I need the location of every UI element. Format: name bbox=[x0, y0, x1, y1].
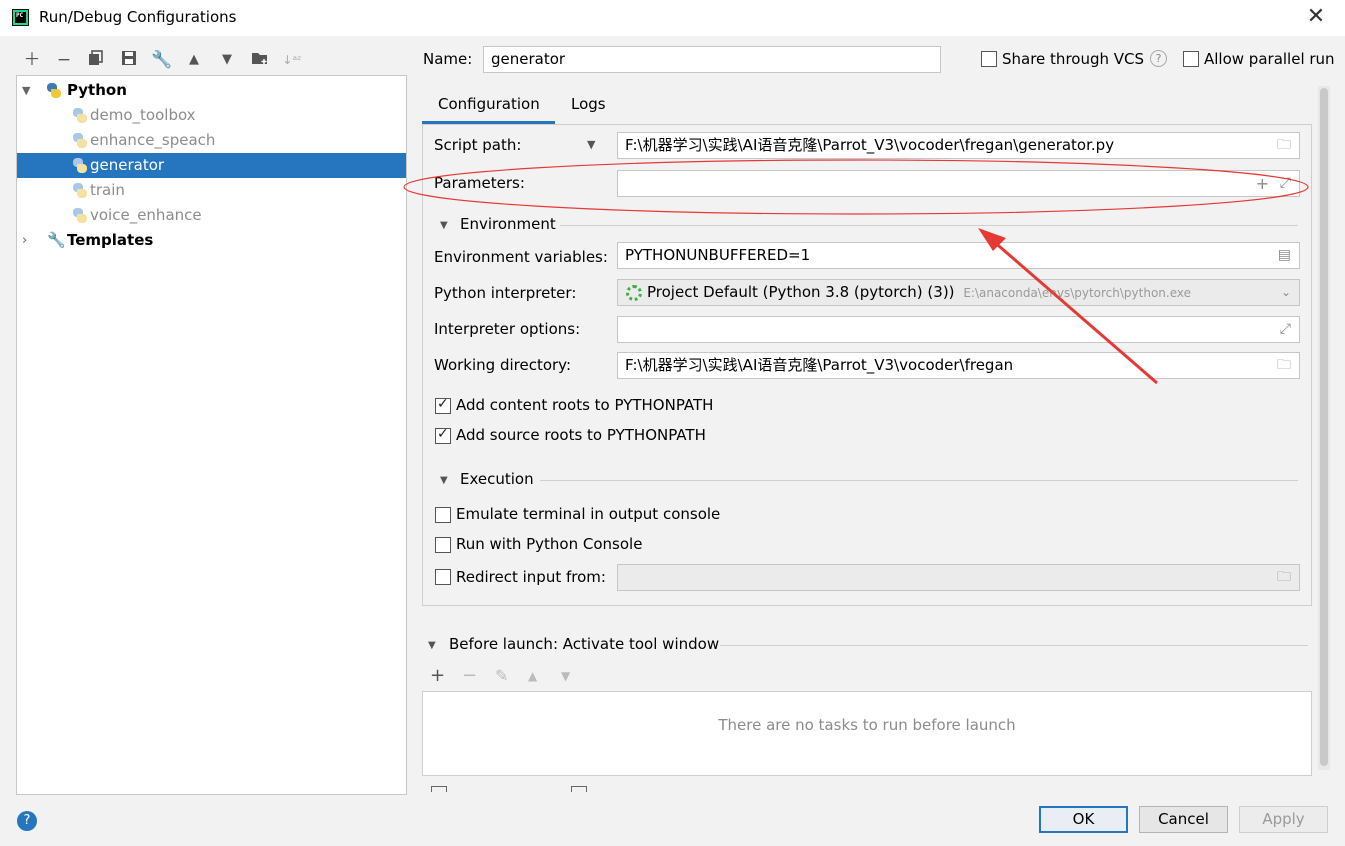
annotation-overlay bbox=[403, 159, 1309, 385]
annotation-arrow-line bbox=[991, 238, 1158, 385]
annotation-ellipse bbox=[403, 159, 1309, 215]
